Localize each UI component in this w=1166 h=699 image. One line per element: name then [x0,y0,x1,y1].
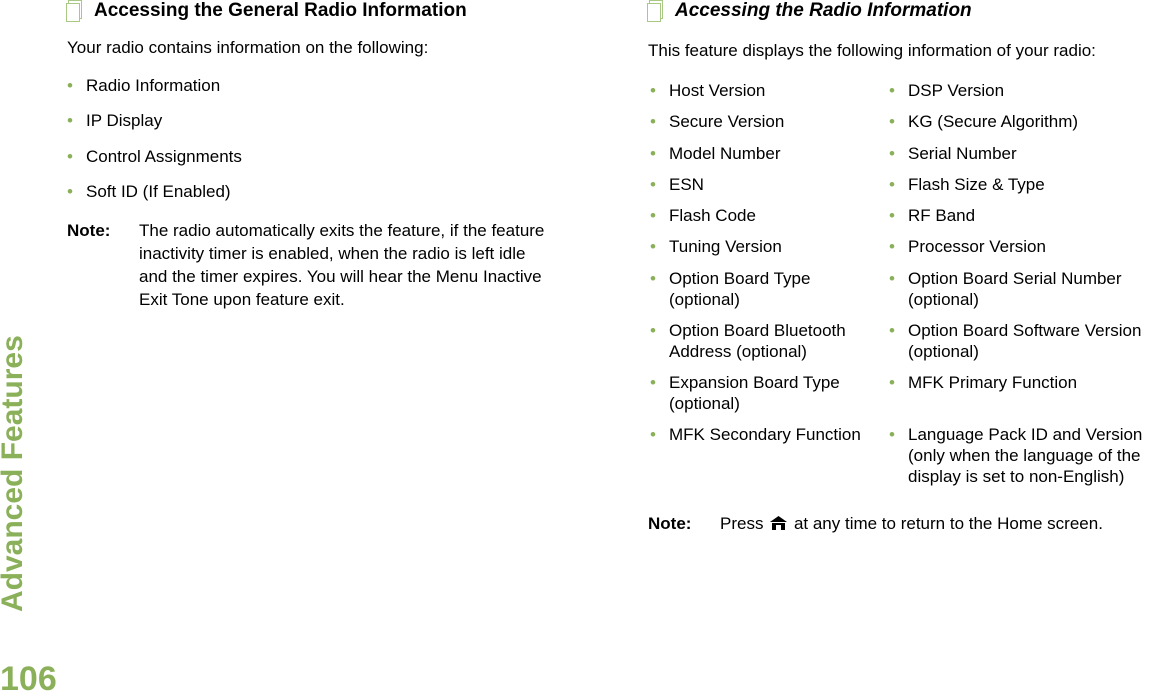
list-item: • KG (Secure Algorithm) [889,111,1078,132]
document-icon [66,0,86,22]
list-item-text: DSP Version [908,81,1005,100]
bullet-icon: • [650,269,656,288]
right-note: Note: Press at any time to return to the… [648,512,1103,535]
right-intro: This feature displays the following info… [648,41,1096,60]
list-item-text: Flash Code [669,206,756,225]
left-intro: Your radio contains information on the f… [67,38,429,57]
bullet-icon: • [889,237,895,256]
list-item: • Tuning Version [650,236,782,257]
bullet-icon: • [889,321,895,340]
list-item-text: KG (Secure Algorithm) [908,112,1079,131]
bullet-icon: • [67,76,73,95]
bullet-icon: • [889,112,895,131]
bullet-icon: • [889,269,895,288]
page-number: 106 [0,660,57,698]
note-label: Note: [648,514,692,533]
document-icon [647,0,667,22]
list-item: • Secure Version [650,111,784,132]
list-item: • Model Number [650,143,781,164]
bullet-icon: • [650,144,656,163]
list-item-text: Secure Version [669,112,785,131]
list-item: • Option Board Software Version (optional) [889,320,1141,362]
bullet-icon: • [67,182,73,201]
list-item: • MFK Primary Function [889,372,1077,393]
note-line: and the timer expires. You will hear the… [139,267,542,286]
list-item: • IP Display [67,110,162,131]
list-item: • DSP Version [889,80,1004,101]
bullet-icon: • [67,111,73,130]
bullet-icon: • [650,425,656,444]
bullet-icon: • [650,206,656,225]
list-item-text: Model Number [669,144,781,163]
section-title-vertical: Advanced Features [0,335,29,612]
note-text: Press at any time to return to the Home … [720,514,1103,533]
list-item: • Soft ID (If Enabled) [67,181,231,202]
list-item: • Flash Code [650,205,756,226]
left-heading: Accessing the General Radio Information [66,0,467,22]
bullet-icon: • [889,81,895,100]
list-item: • ESN [650,174,704,195]
list-item: • Flash Size & Type [889,174,1045,195]
list-item-text: RF Band [908,206,976,225]
list-item-text: Host Version [669,81,766,100]
left-note: Note: The radio automatically exits the … [67,219,597,311]
bullet-icon: • [889,144,895,163]
list-item: • Option Board Bluetooth Address (optional… [650,320,846,362]
note-line: The radio automatically exits the featur… [139,221,545,240]
list-item: • Option Board Serial Number (optional) [889,268,1122,310]
list-item-text: MFK Primary Function [908,373,1078,392]
bullet-icon: • [650,321,656,340]
list-item-text: Soft ID (If Enabled) [86,182,231,201]
bullet-icon: • [889,425,895,444]
list-item: • MFK Secondary Function [650,424,861,445]
note-text: The radio automatically exits the featur… [139,219,544,311]
note-label: Note: [67,221,111,240]
note-line: Exit Tone upon feature exit. [139,290,345,309]
right-heading: Accessing the Radio Information [647,0,972,22]
list-item: • Radio Information [67,75,220,96]
list-item: • Processor Version [889,236,1046,257]
list-item-text: ESN [669,175,704,194]
bullet-icon: • [650,112,656,131]
bullet-icon: • [650,175,656,194]
list-item: • Expansion Board Type (optional) [650,372,840,414]
list-item-text: Serial Number [908,144,1017,163]
list-item-text: MFK Secondary Function [669,425,861,444]
list-item-text: Option Board Software Version (optional) [908,321,1142,361]
list-item-text: Expansion Board Type (optional) [669,373,840,413]
list-item-text: Tuning Version [669,237,782,256]
list-item-text: Radio Information [86,76,221,95]
list-item: • Host Version [650,80,765,101]
right-heading-text: Accessing the Radio Information [675,0,972,21]
bullet-icon: • [889,373,895,392]
bullet-icon: • [650,81,656,100]
list-item-text: Option Board Serial Number (optional) [908,269,1122,309]
list-item-text: Flash Size & Type [908,175,1045,194]
list-item: • Option Board Type (optional) [650,268,810,310]
list-item: • Language Pack ID and Version (only when … [889,424,1142,487]
left-heading-text: Accessing the General Radio Information [94,0,467,21]
list-item-text: Option Board Bluetooth Address (optional) [669,321,846,361]
bullet-icon: • [889,206,895,225]
list-item-text: Language Pack ID and Version (only when t… [908,425,1143,486]
bullet-icon: • [650,373,656,392]
list-item-text: IP Display [86,111,163,130]
bullet-icon: • [650,237,656,256]
list-item: • RF Band [889,205,975,226]
bullet-icon: • [67,147,73,166]
home-icon [770,516,788,530]
list-item: • Control Assignments [67,146,242,167]
list-item: • Serial Number [889,143,1017,164]
list-item-text: Processor Version [908,237,1046,256]
list-item-text: Control Assignments [86,147,242,166]
bullet-icon: • [889,175,895,194]
list-item-text: Option Board Type (optional) [669,269,811,309]
note-line: inactivity timer is enabled, when the ra… [139,244,526,263]
